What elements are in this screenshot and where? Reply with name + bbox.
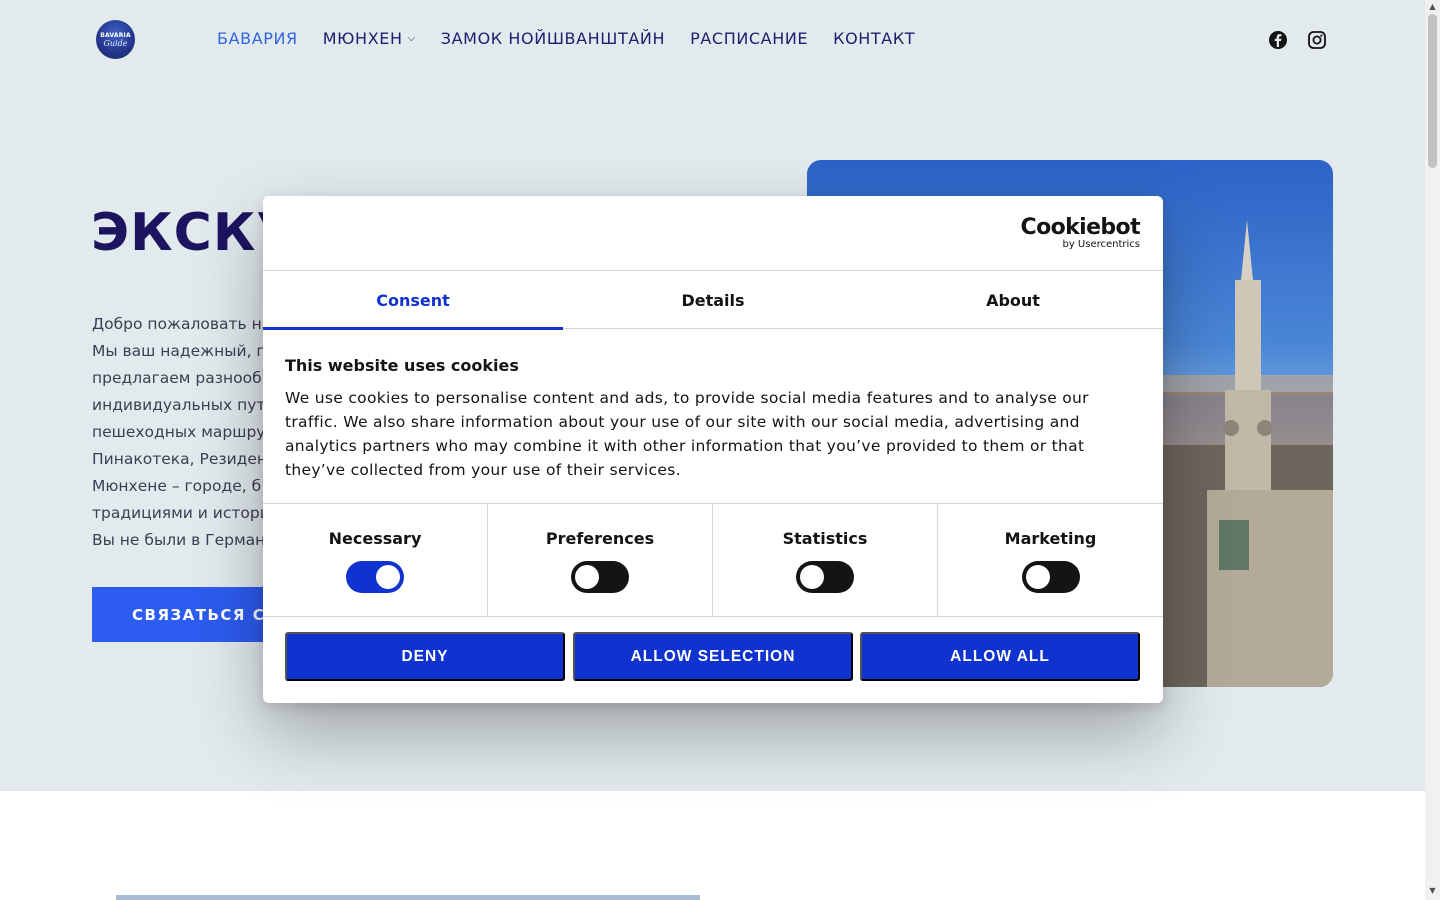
dialog-tabs: Consent Details About	[263, 272, 1163, 330]
dialog-header: Cookiebot by Usercentrics	[263, 196, 1163, 271]
toggle-group-necessary: Necessary	[263, 504, 488, 617]
logo-line-1: BAVARIA	[100, 31, 131, 39]
section-image-edge	[116, 895, 700, 900]
tab-details[interactable]: Details	[563, 272, 863, 329]
nav-label: РАСПИСАНИЕ	[690, 29, 809, 48]
scroll-up-icon[interactable]: ▲	[1428, 2, 1437, 11]
nav-label: МЮНХЕН	[322, 29, 403, 48]
nav-item-munich[interactable]: МЮНХЕН ⌵	[323, 29, 416, 48]
nav-item-schedule[interactable]: РАСПИСАНИЕ	[690, 29, 808, 48]
nav-label: КОНТАКТ	[833, 29, 916, 48]
toggle-knob	[376, 565, 400, 589]
dialog-heading: This website uses cookies	[285, 356, 519, 375]
dialog-body: This website uses cookies We use cookies…	[285, 356, 1115, 482]
nav-label: ЗАМОК НОЙШВАНШТАЙН	[440, 29, 666, 48]
tab-consent[interactable]: Consent	[263, 272, 563, 330]
nav-item-contact[interactable]: КОНТАКТ	[833, 29, 915, 48]
main-nav: БАВАРИЯ МЮНХЕН ⌵ ЗАМОК НОЙШВАНШТАЙН РАСПИ…	[217, 29, 940, 48]
dialog-text-line: analytics partners who may combine it wi…	[285, 437, 1085, 455]
instagram-icon[interactable]	[1307, 30, 1327, 50]
toggle-knob	[800, 565, 824, 589]
toggle-group-marketing: Marketing	[938, 504, 1163, 617]
toggle-label-marketing: Marketing	[1004, 529, 1097, 548]
preferences-toggle[interactable]	[571, 561, 629, 593]
allow-all-button[interactable]: ALLOW ALL	[860, 632, 1140, 681]
scroll-down-icon[interactable]: ▼	[1428, 886, 1437, 895]
dialog-text-line: traffic. We also share information about…	[285, 413, 1080, 431]
necessary-toggle[interactable]	[346, 561, 404, 593]
cookie-category-toggles: Necessary Preferences Statistics Marketi…	[263, 503, 1163, 617]
cookiebot-brand-name: Cookiebot	[1020, 215, 1141, 240]
scrollbar-thumb[interactable]	[1428, 14, 1437, 168]
cookie-consent-dialog: Cookiebot by Usercentrics Consent Detail…	[263, 196, 1163, 703]
facebook-icon[interactable]	[1268, 30, 1288, 50]
toggle-group-statistics: Statistics	[713, 504, 938, 617]
statistics-toggle[interactable]	[796, 561, 854, 593]
site-logo[interactable]: BAVARIA Guide	[96, 20, 135, 59]
toggle-label-necessary: Necessary	[328, 529, 422, 548]
allow-selection-button[interactable]: ALLOW SELECTION	[573, 632, 853, 681]
logo-line-2: Guide	[103, 38, 128, 48]
nav-item-bavaria[interactable]: БАВАРИЯ	[217, 29, 298, 48]
dialog-text: We use cookies to personalise content an…	[285, 386, 1115, 482]
dialog-text-line: We use cookies to personalise content an…	[285, 389, 1089, 407]
toggle-knob	[1025, 565, 1050, 589]
dialog-text-line: they’ve collected from your use of their…	[285, 461, 681, 479]
toggle-label-statistics: Statistics	[782, 529, 868, 548]
toggle-label-preferences: Preferences	[545, 529, 655, 548]
cookiebot-brand-sub: by Usercentrics	[1062, 239, 1140, 250]
marketing-toggle[interactable]	[1021, 561, 1080, 593]
toggle-knob	[575, 565, 599, 589]
nav-item-neuschwanstein[interactable]: ЗАМОК НОЙШВАНШТАЙН	[441, 29, 665, 48]
chevron-down-icon: ⌵	[407, 33, 416, 44]
tab-about[interactable]: About	[863, 272, 1163, 329]
nav-label: БАВАРИЯ	[217, 29, 298, 48]
deny-button[interactable]: DENY	[285, 632, 565, 681]
cookiebot-logo: Cookiebot by Usercentrics	[1020, 215, 1141, 251]
toggle-group-preferences: Preferences	[488, 504, 713, 617]
